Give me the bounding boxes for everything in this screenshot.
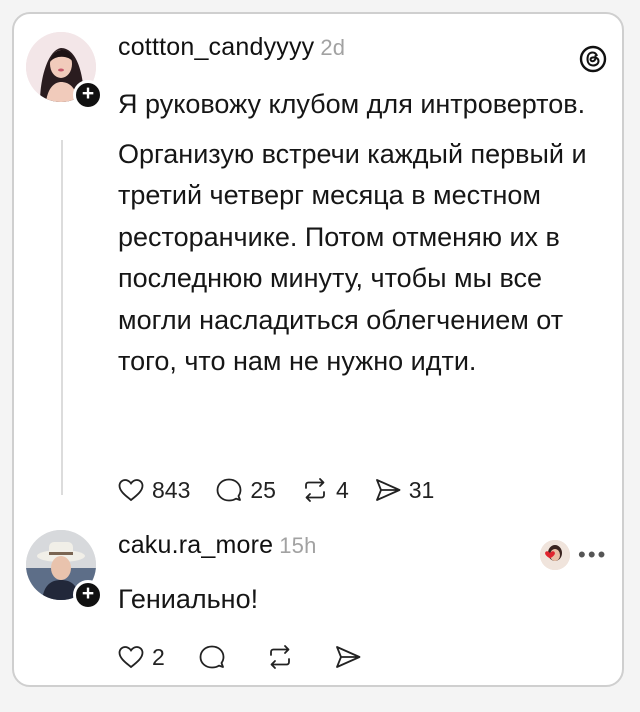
post-username-text[interactable]: cottton_candyyyy — [118, 33, 314, 61]
more-options-icon[interactable]: • • • — [578, 542, 605, 568]
repost-icon — [269, 645, 290, 669]
post-text-paragraph-1: Я руковожу клубом для интровертов. — [118, 89, 586, 119]
reply-username-text[interactable]: caku.ra_more — [118, 531, 273, 559]
reply-body: Гениально! — [118, 584, 259, 614]
reply-timestamp: 15h — [279, 533, 317, 558]
share-count: 31 — [408, 476, 435, 503]
threads-logo-icon[interactable] — [578, 44, 608, 74]
post-username[interactable]: cottton_candyyyy 2d — [118, 33, 345, 62]
follow-plus-icon[interactable]: + — [73, 580, 103, 610]
reply-like-count: 2 — [152, 643, 165, 670]
send-icon — [375, 479, 401, 501]
reply-comment-button[interactable] — [197, 642, 233, 672]
reply-like-button[interactable]: 2 — [116, 642, 165, 672]
repost-button[interactable]: 4 — [300, 475, 349, 505]
heart-icon — [118, 646, 144, 669]
reply-username[interactable]: caku.ra_more 15h — [118, 531, 317, 560]
comment-bubble-icon — [199, 645, 225, 669]
comment-count: 25 — [250, 476, 276, 503]
repost-count: 4 — [335, 476, 349, 503]
post-action-bar: 843 25 4 31 — [116, 475, 458, 505]
like-button[interactable]: 843 — [116, 475, 190, 505]
post-body: Я руковожу клубом для интровертов. Орган… — [118, 84, 588, 383]
reply-share-button[interactable] — [333, 642, 369, 672]
liker-avatar-icon[interactable] — [540, 540, 570, 570]
like-count: 843 — [152, 476, 191, 503]
comment-button[interactable]: 25 — [214, 475, 276, 505]
reply-repost-button[interactable] — [265, 642, 301, 672]
repost-icon — [305, 478, 325, 502]
thread-connector-line — [61, 140, 63, 495]
comment-bubble-icon — [216, 478, 242, 502]
post-timestamp: 2d — [320, 35, 346, 60]
reply-action-bar: 2 — [116, 642, 401, 672]
follow-plus-icon[interactable]: + — [73, 80, 103, 110]
send-icon — [335, 646, 361, 668]
heart-icon — [118, 479, 144, 502]
post-text-paragraph-2: Организую встречи каждый первый и третий… — [118, 138, 587, 377]
share-button[interactable]: 31 — [373, 475, 435, 505]
